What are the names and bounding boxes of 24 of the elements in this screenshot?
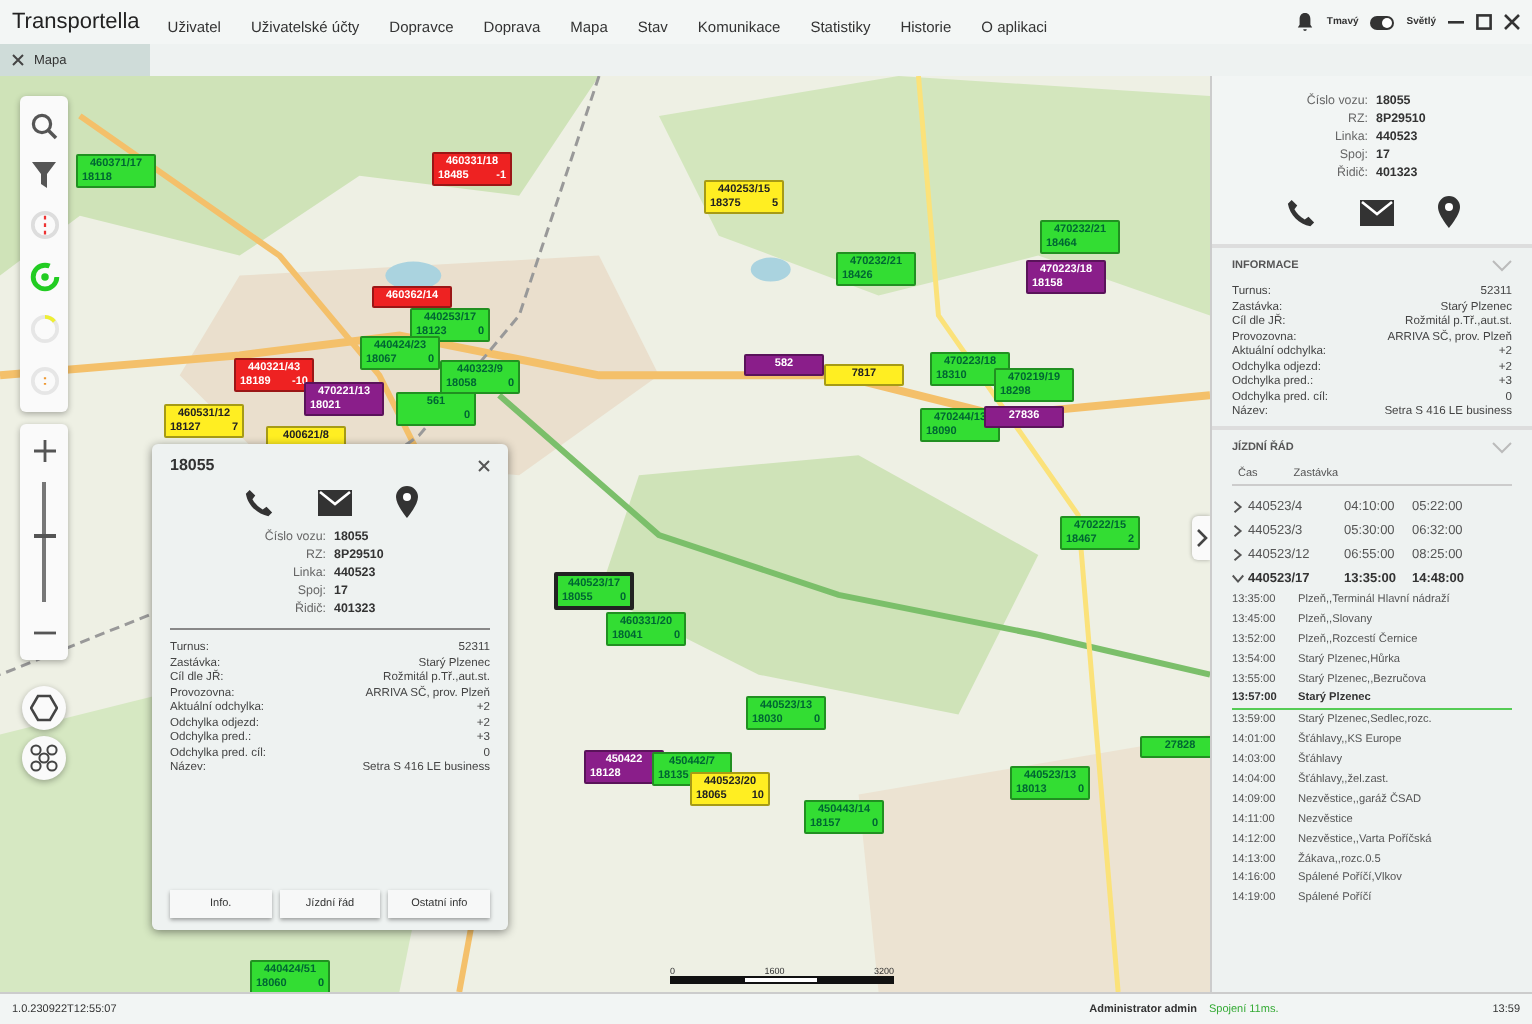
maximize-icon[interactable]: [1476, 14, 1492, 30]
gauge-icon[interactable]: [29, 210, 59, 240]
filter-icon[interactable]: [32, 162, 56, 188]
popup-title: 18055: [170, 456, 215, 474]
mail-icon[interactable]: [317, 489, 351, 515]
cluster-icon: [28, 742, 60, 774]
theme-toggle[interactable]: [1370, 15, 1395, 29]
chevron-right-icon: [1195, 528, 1207, 548]
location-pin-icon[interactable]: [395, 486, 417, 518]
close-icon[interactable]: [1504, 14, 1520, 30]
close-icon[interactable]: [478, 459, 490, 471]
app-title: Transportella: [12, 10, 140, 34]
hexagon-icon: [30, 694, 58, 722]
zoom-in-icon[interactable]: [33, 440, 55, 462]
location-pin-icon[interactable]: [1437, 196, 1459, 228]
zoom-slider[interactable]: [33, 482, 55, 602]
search-icon[interactable]: [30, 112, 58, 140]
panel-toggle[interactable]: [1192, 516, 1210, 560]
mail-icon[interactable]: [1359, 199, 1393, 225]
phone-icon[interactable]: [243, 487, 273, 517]
bell-icon[interactable]: [1296, 12, 1315, 32]
close-icon[interactable]: [12, 54, 24, 66]
zoom-slider-thumb[interactable]: [33, 534, 55, 539]
phone-icon[interactable]: [1285, 197, 1315, 227]
